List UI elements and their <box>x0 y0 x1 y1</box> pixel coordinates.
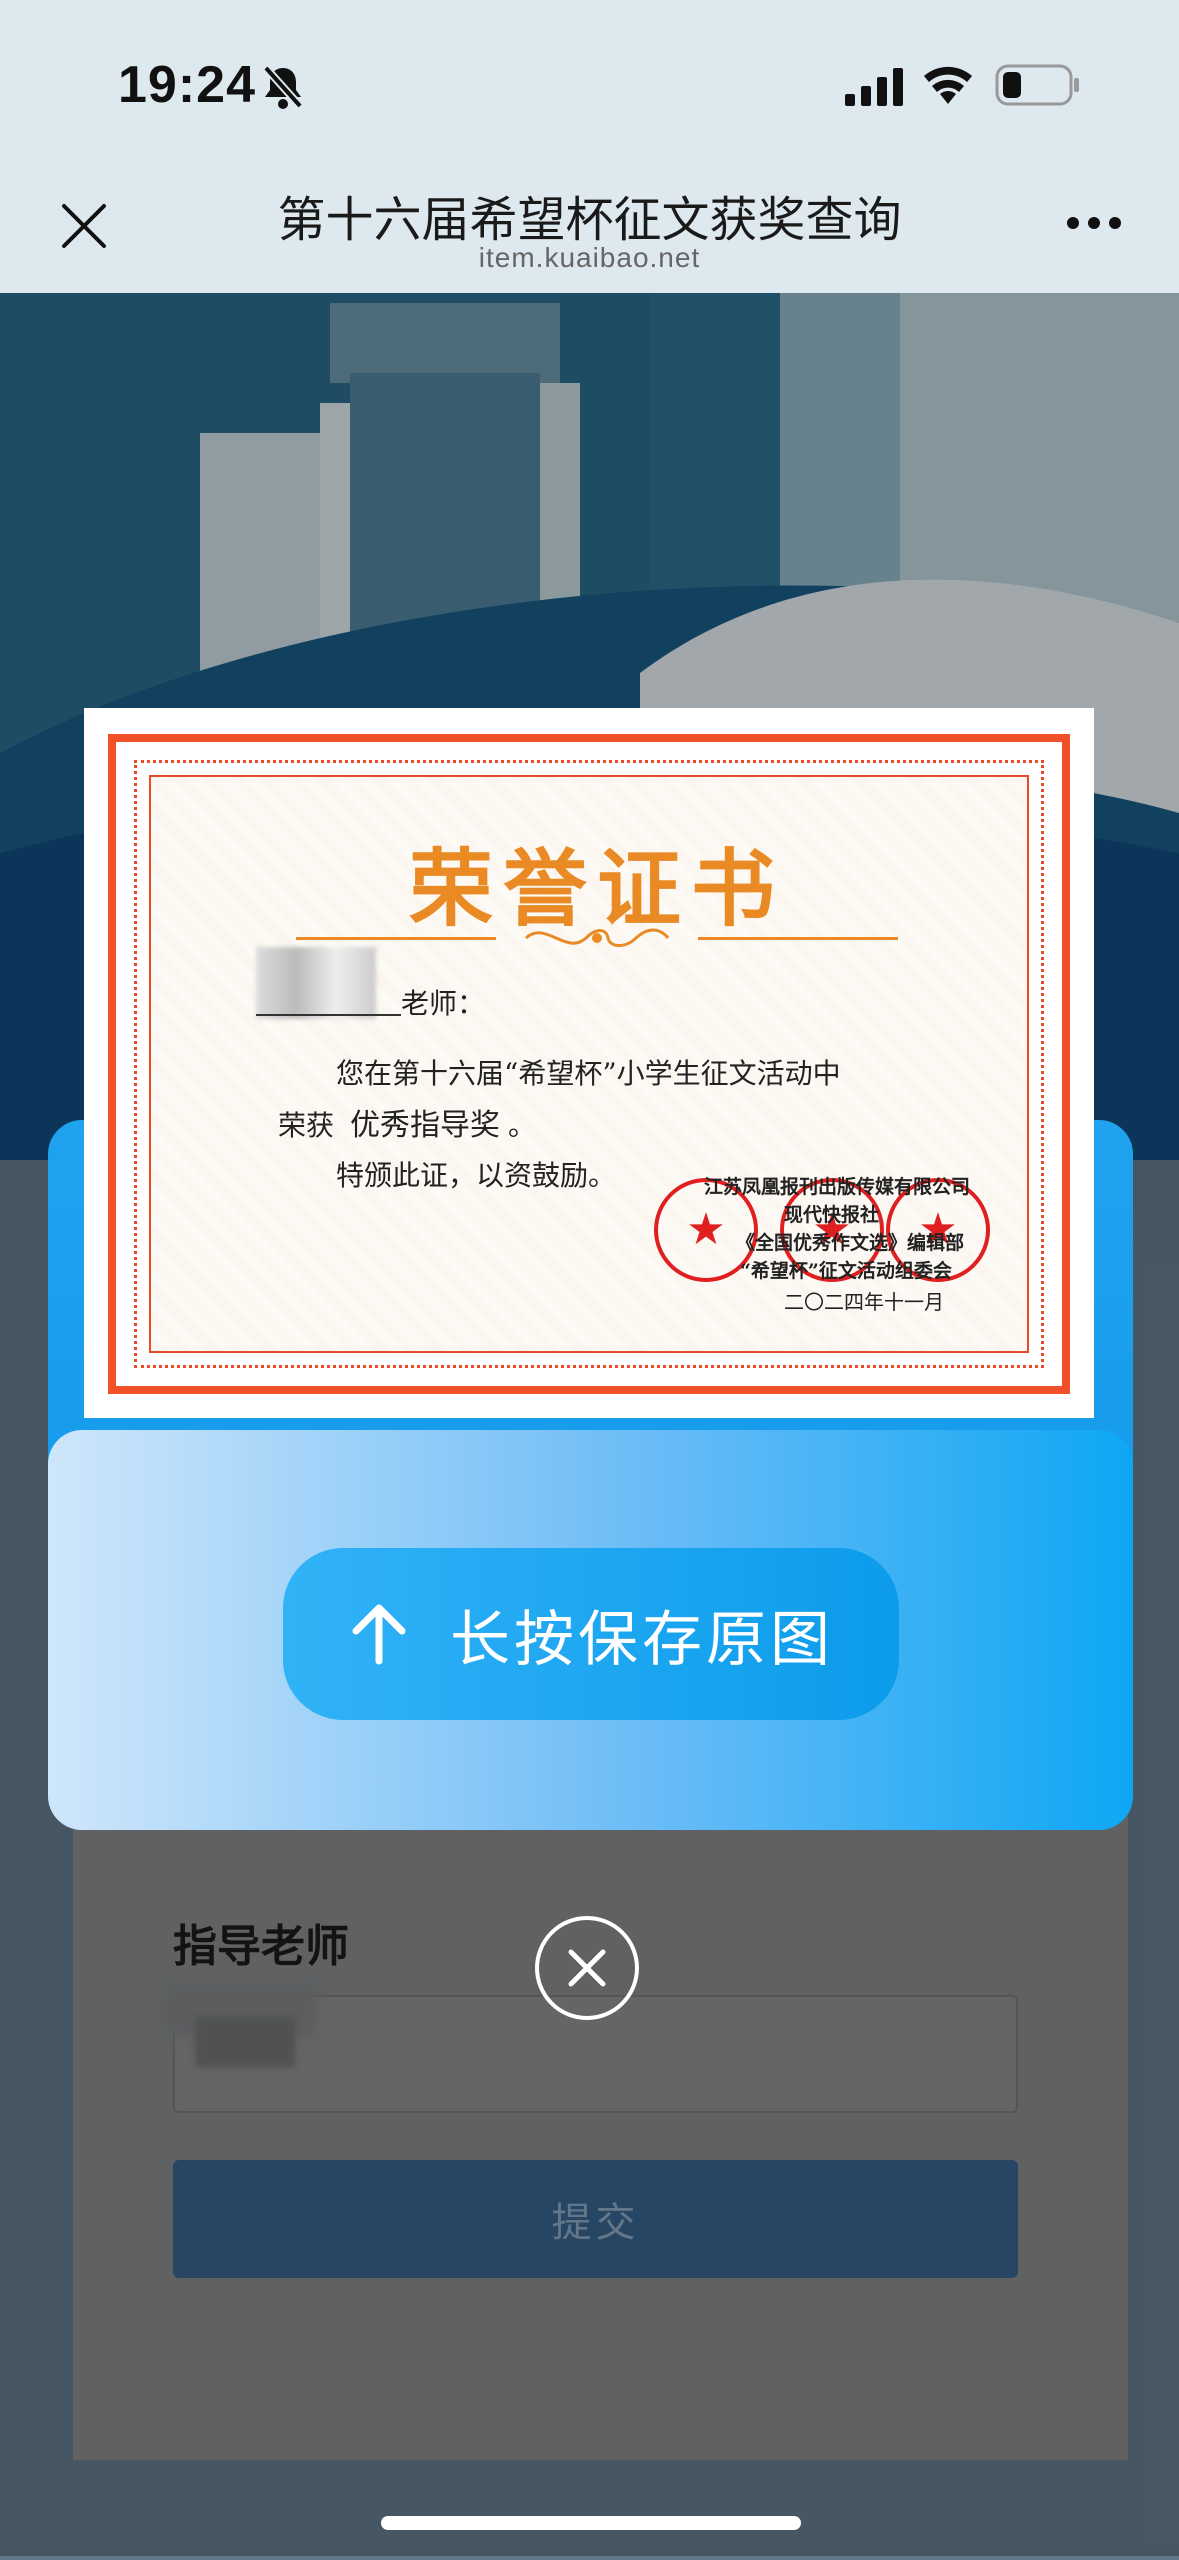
home-indicator[interactable] <box>381 2516 801 2530</box>
page-title: 第十六届希望杯征文获奖查询 <box>277 192 902 248</box>
certificate-border: 荣誉证书 老师： 您在第十六届“希望杯”小学生征文活动中 荣获 优秀指导奖 。 … <box>108 734 1070 1394</box>
status-time: 19:24 <box>118 56 256 114</box>
award-prefix: 荣获 <box>278 1109 335 1142</box>
wifi-icon <box>924 66 972 104</box>
certificate-line1: 您在第十六届“希望杯”小学生征文活动中 <box>336 1057 841 1090</box>
award-name: 优秀指导奖 <box>350 1108 500 1143</box>
close-icon <box>568 1949 606 1987</box>
issuer-line: “希望杯”征文活动组委会 <box>740 1260 952 1282</box>
issuer-line: 现代快报社 <box>784 1204 880 1226</box>
close-overlay-button[interactable] <box>535 1916 639 2020</box>
bell-muted-icon <box>263 65 303 109</box>
award-suffix: 。 <box>508 1109 537 1142</box>
ornament-icon <box>524 928 670 947</box>
name-underline <box>256 1014 401 1016</box>
certificate-closing: 特颁此证，以资鼓励。 <box>336 1159 617 1192</box>
title-rule-right <box>698 937 898 940</box>
certificate-date: 二〇二四年十一月 <box>784 1290 944 1314</box>
save-image-button[interactable]: 长按保存原图 <box>283 1548 899 1720</box>
more-icon[interactable] <box>1066 216 1122 230</box>
issuer-line: 江苏凤凰报刊出版传媒有限公司 <box>704 1176 971 1198</box>
save-image-label: 长按保存原图 <box>450 1604 834 1675</box>
recipient-name-blurred <box>256 947 376 1019</box>
battery-icon <box>995 64 1079 106</box>
status-bar: 19:24 <box>0 0 1179 170</box>
signal-icon <box>845 68 903 106</box>
issuer-line: 《全国优秀作文选》编辑部 <box>736 1232 965 1254</box>
certificate-image[interactable]: 荣誉证书 老师： 您在第十六届“希望杯”小学生征文活动中 荣获 优秀指导奖 。 … <box>84 708 1094 1418</box>
nav-bar: 第十六届希望杯征文获奖查询 item.kuaibao.net <box>0 150 1179 293</box>
title-rule-left <box>296 937 496 940</box>
arrow-up-icon <box>352 1604 406 1665</box>
page-url: item.kuaibao.net <box>478 242 701 273</box>
salutation: 老师： <box>401 987 486 1020</box>
